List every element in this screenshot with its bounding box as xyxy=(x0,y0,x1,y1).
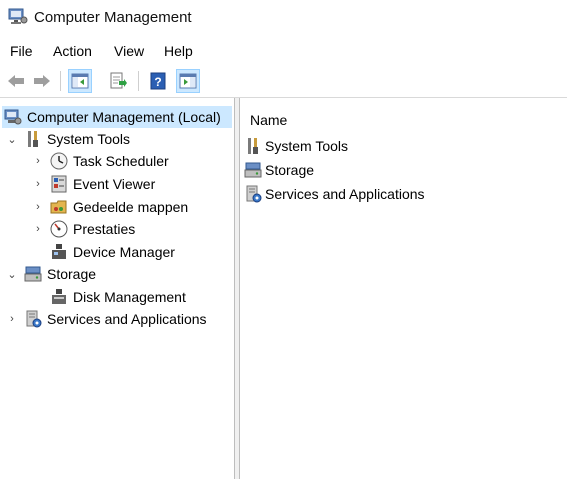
list-item-label: System Tools xyxy=(265,138,348,154)
menu-view[interactable]: View xyxy=(114,43,144,59)
chevron-down-icon[interactable]: ⌄ xyxy=(6,268,18,281)
tree-item-task-scheduler[interactable]: › Task Scheduler xyxy=(32,150,169,172)
menu-file[interactable]: File xyxy=(10,43,33,59)
services-icon xyxy=(24,310,42,328)
list-item-storage[interactable]: Storage xyxy=(244,159,314,181)
system-tools-icon xyxy=(244,137,262,155)
back-icon[interactable] xyxy=(4,69,28,93)
tree-item-services-and-applications[interactable]: › Services and Applications xyxy=(6,308,207,330)
svg-text:?: ? xyxy=(154,75,161,89)
help-icon[interactable]: ? xyxy=(146,69,170,93)
performance-gauge-icon xyxy=(50,220,68,238)
toolbar: ? xyxy=(0,66,567,98)
tree-label: Storage xyxy=(47,266,97,282)
chevron-right-icon[interactable]: › xyxy=(32,201,44,213)
tree-label: Prestaties xyxy=(73,221,136,237)
tree-item-disk-management[interactable]: Disk Management xyxy=(50,286,186,308)
menu-action[interactable]: Action xyxy=(53,43,92,59)
tree-item-shared-folders[interactable]: › Gedeelde mappen xyxy=(32,196,188,218)
list-item-services-and-applications[interactable]: Services and Applications xyxy=(244,183,425,205)
tree-item-system-tools[interactable]: ⌄ System Tools xyxy=(6,128,130,150)
tree-item-device-manager[interactable]: Device Manager xyxy=(50,241,175,263)
toolbar-separator xyxy=(138,71,139,91)
export-list-icon[interactable] xyxy=(106,69,130,93)
device-manager-icon xyxy=(50,243,68,261)
clock-icon xyxy=(50,152,68,170)
column-header-name[interactable]: Name xyxy=(250,112,287,128)
storage-icon xyxy=(244,161,262,179)
chevron-right-icon[interactable]: › xyxy=(32,155,44,167)
tree-item-performance[interactable]: › Prestaties xyxy=(32,218,135,240)
tree-label: Disk Management xyxy=(73,289,186,305)
computer-management-icon xyxy=(4,108,22,126)
tree-label: System Tools xyxy=(47,131,130,147)
tree-label: Gedeelde mappen xyxy=(73,199,189,215)
chevron-down-icon[interactable]: ⌄ xyxy=(6,133,18,146)
list-item-label: Storage xyxy=(265,162,315,178)
tree-item-event-viewer[interactable]: › Event Viewer xyxy=(32,173,155,195)
list-item-label: Services and Applications xyxy=(265,186,425,202)
tree-label: Services and Applications xyxy=(47,311,207,327)
disk-management-icon xyxy=(50,288,68,306)
show-hide-action-pane-icon[interactable] xyxy=(176,69,200,93)
show-hide-console-tree-icon[interactable] xyxy=(68,69,92,93)
forward-icon[interactable] xyxy=(30,69,54,93)
computer-management-icon xyxy=(8,8,28,26)
console-tree: Computer Management (Local) ⌄ System Too… xyxy=(0,98,235,479)
tree-label: Device Manager xyxy=(73,244,175,260)
storage-icon xyxy=(24,265,42,283)
tree-label: Event Viewer xyxy=(73,176,156,192)
window-title: Computer Management xyxy=(34,9,192,26)
chevron-right-icon[interactable]: › xyxy=(6,313,18,325)
tree-label: Computer Management (Local) xyxy=(27,109,221,125)
chevron-right-icon[interactable]: › xyxy=(32,223,44,235)
chevron-right-icon[interactable]: › xyxy=(32,178,44,190)
tree-item-computer-management[interactable]: Computer Management (Local) xyxy=(2,106,232,128)
shared-folders-icon xyxy=(50,198,68,216)
title-bar: Computer Management xyxy=(0,0,567,36)
services-icon xyxy=(244,185,262,203)
event-viewer-icon xyxy=(50,175,68,193)
results-pane: Name System Tools Storage Services and A… xyxy=(240,98,567,479)
list-item-system-tools[interactable]: System Tools xyxy=(244,135,348,157)
tree-item-storage[interactable]: ⌄ Storage xyxy=(6,263,96,285)
tree-label: Task Scheduler xyxy=(73,153,169,169)
system-tools-icon xyxy=(24,130,42,148)
menu-bar: File Action View Help xyxy=(0,39,567,65)
menu-help[interactable]: Help xyxy=(164,43,193,59)
toolbar-separator xyxy=(60,71,61,91)
